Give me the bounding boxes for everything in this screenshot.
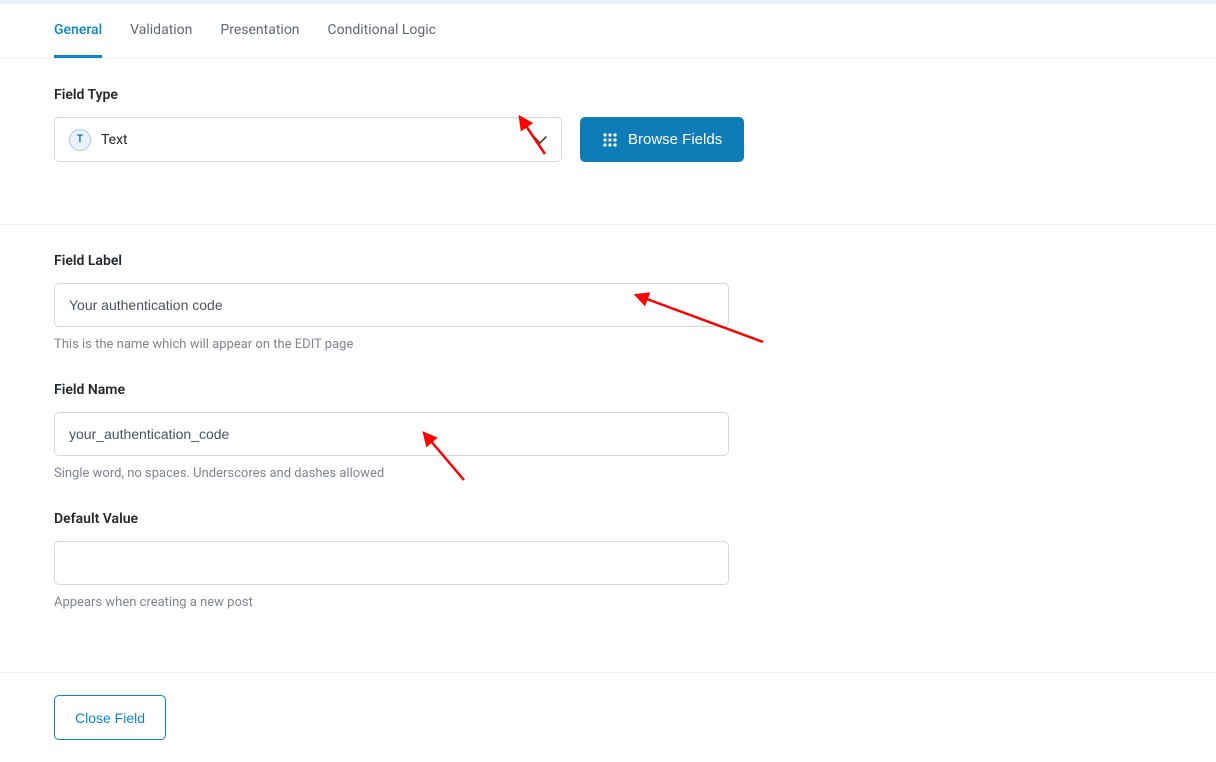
field-name-input[interactable] — [54, 412, 729, 456]
tab-presentation[interactable]: Presentation — [220, 4, 299, 58]
field-label-label: Field Label — [54, 253, 1162, 269]
form-group-default-value: Default Value Appears when creating a ne… — [54, 511, 1162, 610]
browse-fields-label: Browse Fields — [628, 131, 722, 148]
field-type-label: Field Type — [54, 87, 1162, 103]
close-field-button[interactable]: Close Field — [54, 695, 166, 740]
text-type-icon: T — [69, 129, 91, 151]
field-type-select[interactable]: T Text — [54, 117, 562, 162]
field-name-help: Single word, no spaces. Underscores and … — [54, 466, 1162, 481]
field-name-label: Field Name — [54, 382, 1162, 398]
form-group-field-label: Field Label This is the name which will … — [54, 253, 1162, 352]
footer: Close Field — [0, 672, 1216, 762]
field-label-input[interactable] — [54, 283, 729, 327]
section-field-type: Field Type T Text Browse Fields — [0, 59, 1216, 225]
field-label-help: This is the name which will appear on th… — [54, 337, 1162, 352]
grid-icon — [602, 132, 618, 148]
default-value-input[interactable] — [54, 541, 729, 585]
tab-conditional-logic[interactable]: Conditional Logic — [328, 4, 436, 58]
form-group-field-type: Field Type T Text Browse Fields — [54, 87, 1162, 162]
default-value-help: Appears when creating a new post — [54, 595, 1162, 610]
chevron-down-icon — [533, 133, 547, 147]
field-type-row: T Text Browse Fields — [54, 117, 1162, 162]
default-value-label: Default Value — [54, 511, 1162, 527]
field-type-value: Text — [101, 132, 533, 148]
tab-general[interactable]: General — [54, 4, 102, 58]
tabs-nav: General Validation Presentation Conditio… — [0, 4, 1216, 59]
form-group-field-name: Field Name Single word, no spaces. Under… — [54, 382, 1162, 481]
tab-validation[interactable]: Validation — [130, 4, 192, 58]
browse-fields-button[interactable]: Browse Fields — [580, 117, 744, 162]
section-field-settings: Field Label This is the name which will … — [0, 225, 1216, 672]
